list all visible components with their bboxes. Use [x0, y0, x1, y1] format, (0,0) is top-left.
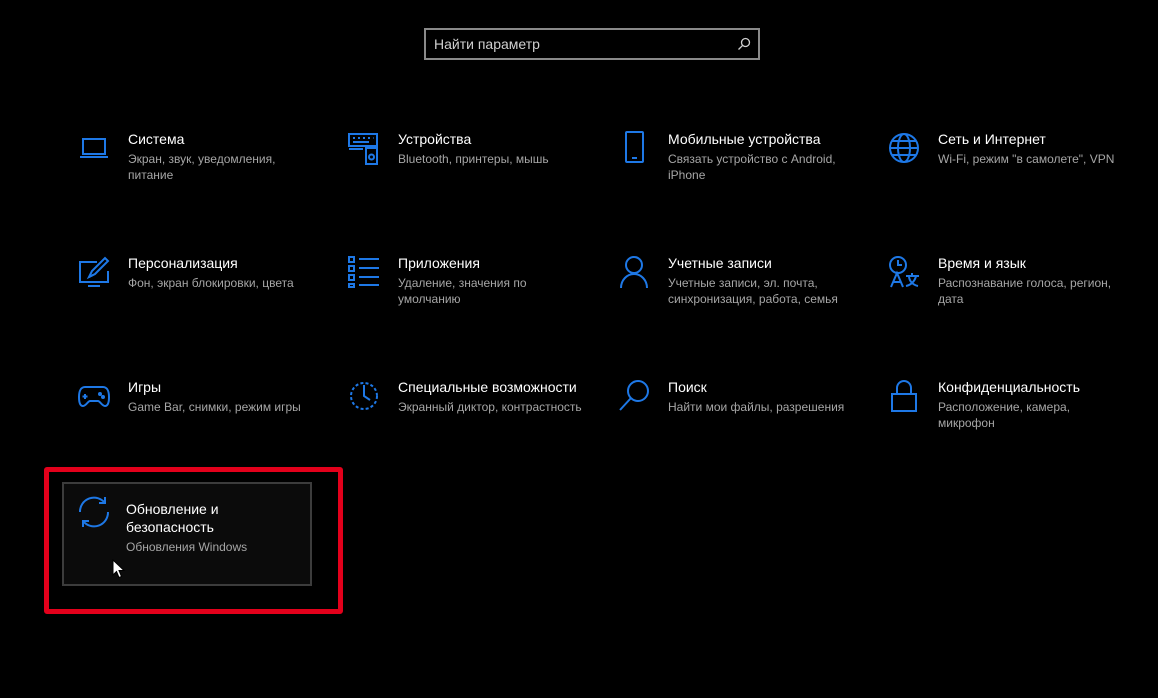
laptop-icon [76, 130, 112, 166]
sync-icon [76, 494, 112, 530]
search-box[interactable] [424, 28, 760, 60]
tile-desc: Экранный диктор, контрастность [398, 400, 582, 414]
tile-desc: Wi-Fi, режим "в самолете", VPN [938, 152, 1115, 166]
tile-desc: Найти мои файлы, разрешения [668, 400, 845, 414]
tile-mobile-devices[interactable]: Мобильные устройства Связать устройство … [604, 124, 854, 228]
tile-title: Поиск [668, 379, 707, 395]
tile-title: Мобильные устройства [668, 131, 821, 147]
tile-desc: Game Bar, снимки, режим игры [128, 400, 301, 414]
tile-title: Конфиденциальность [938, 379, 1081, 395]
keyboard-speaker-icon [346, 130, 382, 166]
tile-desc: Обновления Windows [126, 540, 248, 554]
tile-network-internet[interactable]: Сеть и Интернет Wi-Fi, режим "в самолете… [874, 124, 1124, 228]
tile-title: Учетные записи [668, 255, 772, 271]
tile-desc: Удаление, значения по умолчанию [398, 276, 527, 306]
tile-desc: Распознавание голоса, регион, дата [938, 276, 1112, 306]
tile-title: Сеть и Интернет [938, 131, 1046, 147]
settings-home: Система Экран, звук, уведомления, питани… [0, 0, 1158, 698]
tile-personalization[interactable]: Персонализация Фон, экран блокировки, цв… [64, 248, 314, 352]
tile-desc: Связать устройство с Android, iPhone [668, 152, 836, 182]
tile-title: Обновление и безопасность [126, 501, 219, 535]
tile-devices[interactable]: Устройства Bluetooth, принтеры, мышь [334, 124, 584, 228]
globe-icon [886, 130, 922, 166]
paint-display-icon [76, 254, 112, 290]
tile-accessibility[interactable]: Специальные возможности Экранный диктор,… [334, 372, 584, 476]
accessibility-timer-icon [346, 378, 382, 414]
magnifier-icon [616, 378, 652, 414]
tile-desc: Учетные записи, эл. почта, синхронизация… [668, 276, 838, 306]
phone-icon [616, 130, 652, 166]
tile-apps[interactable]: Приложения Удаление, значения по умолчан… [334, 248, 584, 352]
person-icon [616, 254, 652, 290]
tile-desc: Расположение, камера, микрофон [938, 400, 1071, 430]
tile-title: Персонализация [128, 255, 238, 271]
tile-desc: Фон, экран блокировки, цвета [128, 276, 294, 290]
tile-title: Игры [128, 379, 162, 395]
tile-title: Система [128, 131, 185, 147]
mouse-cursor-icon [112, 558, 126, 584]
tile-gaming[interactable]: Игры Game Bar, снимки, режим игры [64, 372, 314, 476]
tile-title: Устройства [398, 131, 472, 147]
tile-system[interactable]: Система Экран, звук, уведомления, питани… [64, 124, 314, 228]
tile-desc: Bluetooth, принтеры, мышь [398, 152, 549, 166]
gamepad-icon [76, 378, 112, 414]
tile-title: Время и язык [938, 255, 1026, 271]
tile-time-language[interactable]: Время и язык Распознавание голоса, регио… [874, 248, 1124, 352]
tile-title: Приложения [398, 255, 480, 271]
tile-update-security[interactable]: Обновление и безопасность Обновления Win… [62, 482, 312, 586]
tile-title: Специальные возможности [398, 379, 577, 395]
lock-icon [886, 378, 922, 414]
tile-accounts[interactable]: Учетные записи Учетные записи, эл. почта… [604, 248, 854, 352]
search-input[interactable] [426, 30, 730, 58]
tile-search[interactable]: Поиск Найти мои файлы, разрешения [604, 372, 854, 476]
app-list-icon [346, 254, 382, 290]
search-icon[interactable] [730, 30, 758, 58]
tile-privacy[interactable]: Конфиденциальность Расположение, камера,… [874, 372, 1124, 476]
tile-desc: Экран, звук, уведомления, питание [128, 152, 276, 182]
time-language-icon [886, 254, 922, 290]
